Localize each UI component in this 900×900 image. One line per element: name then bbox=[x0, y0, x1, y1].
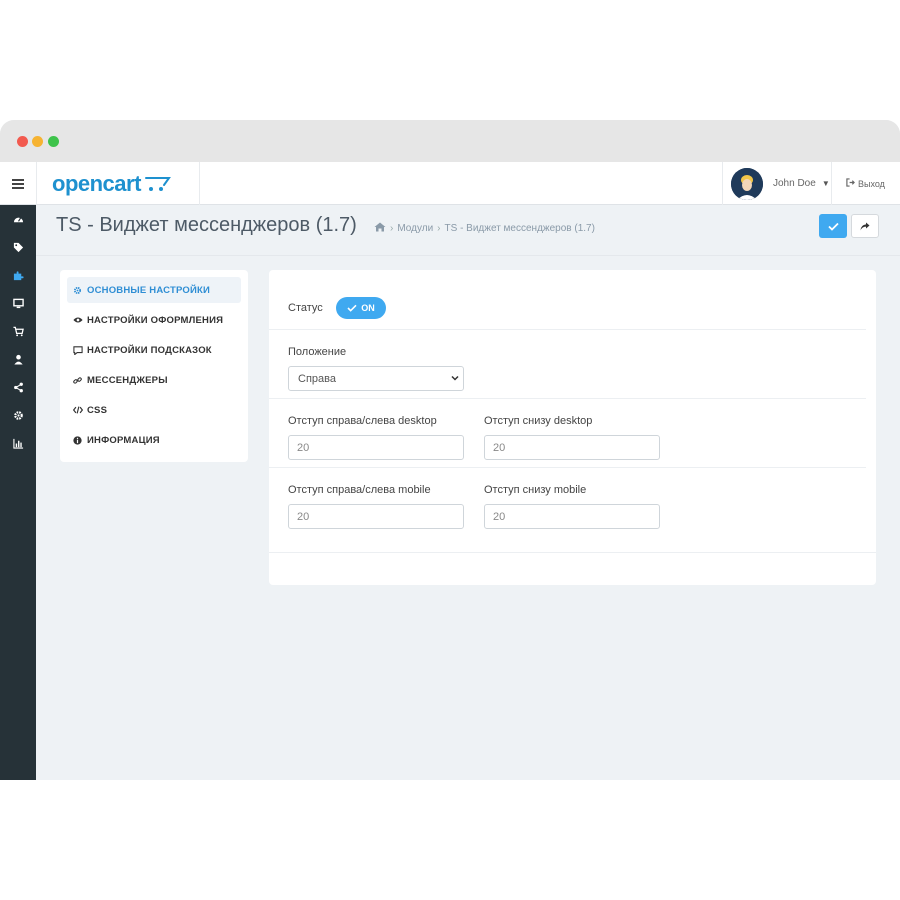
comment-icon bbox=[73, 345, 85, 355]
logout-label: Выход bbox=[858, 178, 885, 189]
position-select-value: Справа bbox=[298, 372, 336, 385]
menu-toggle-button[interactable] bbox=[0, 162, 36, 205]
tab-label: ОСНОВНЫЕ НАСТРОЙКИ bbox=[87, 284, 211, 296]
code-icon bbox=[73, 406, 85, 414]
user-name: John Doe bbox=[773, 178, 816, 189]
offset-bottom-desktop-input[interactable]: 20 bbox=[484, 435, 660, 460]
gear-icon bbox=[13, 410, 23, 420]
page-title: TS - Виджет мессенджеров (1.7) bbox=[56, 214, 357, 236]
sidebar-dashboard[interactable] bbox=[0, 205, 36, 233]
tab-messengers[interactable]: МЕССЕНДЖЕРЫ bbox=[67, 367, 241, 393]
sidebar-reports[interactable] bbox=[0, 429, 36, 457]
maximize-window-dot[interactable] bbox=[48, 136, 59, 147]
browser-window: opencart John Doe ▼ Выход TS - Виджет ме… bbox=[0, 120, 900, 780]
divider bbox=[269, 398, 866, 399]
sign-out-icon bbox=[846, 178, 855, 189]
dashboard-icon bbox=[13, 216, 23, 222]
sidebar-customers[interactable] bbox=[0, 345, 36, 373]
sidebar-catalog[interactable] bbox=[0, 233, 36, 261]
eye-icon bbox=[73, 316, 85, 324]
info-icon bbox=[73, 435, 85, 445]
save-button[interactable] bbox=[819, 214, 847, 238]
hamburger-icon bbox=[12, 178, 24, 189]
check-icon bbox=[347, 304, 357, 312]
divider bbox=[269, 467, 866, 468]
breadcrumb: › Модули › TS - Виджет мессенджеров (1.7… bbox=[374, 222, 595, 235]
logo[interactable]: opencart bbox=[36, 162, 200, 205]
tab-information[interactable]: ИНФОРМАЦИЯ bbox=[67, 427, 241, 453]
breadcrumb-modules-link[interactable]: Модули bbox=[397, 223, 433, 234]
status-label: Статус bbox=[288, 302, 323, 314]
toggle-label: ON bbox=[361, 303, 375, 313]
logout-link[interactable]: Выход bbox=[846, 162, 885, 205]
offset-bottom-desktop-label: Отступ снизу desktop bbox=[484, 415, 593, 427]
breadcrumb-current-link[interactable]: TS - Виджет мессенджеров (1.7) bbox=[445, 223, 595, 234]
sidebar-sales[interactable] bbox=[0, 317, 36, 345]
bar-chart-icon bbox=[12, 438, 23, 449]
tab-label: ИНФОРМАЦИЯ bbox=[87, 434, 160, 446]
monitor-icon bbox=[12, 298, 24, 308]
tab-hint-settings[interactable]: НАСТРОЙКИ ПОДСКАЗОК bbox=[67, 337, 241, 363]
offset-side-desktop-input[interactable]: 20 bbox=[288, 435, 464, 460]
share-icon bbox=[13, 382, 23, 392]
breadcrumb-separator: › bbox=[437, 223, 441, 234]
position-label: Положение bbox=[288, 346, 347, 358]
sidebar-system[interactable] bbox=[0, 401, 36, 429]
puzzle-icon bbox=[13, 270, 24, 280]
offset-side-desktop-label: Отступ справа/слева desktop bbox=[288, 415, 437, 427]
tab-css[interactable]: CSS bbox=[67, 397, 241, 423]
offset-bottom-mobile-input[interactable]: 20 bbox=[484, 504, 660, 529]
offset-side-mobile-input[interactable]: 20 bbox=[288, 504, 464, 529]
offset-side-mobile-label: Отступ справа/слева mobile bbox=[288, 484, 431, 496]
cart-icon bbox=[12, 326, 24, 336]
settings-form: Статус ON Положение Справа Отступ справа… bbox=[269, 270, 876, 585]
left-sidebar bbox=[0, 205, 36, 780]
link-icon bbox=[73, 376, 85, 385]
logo-text: opencart bbox=[52, 170, 141, 196]
tab-design-settings[interactable]: НАСТРОЙКИ ОФОРМЛЕНИЯ bbox=[67, 307, 241, 333]
cart-logo-icon bbox=[144, 176, 171, 191]
user-menu[interactable]: John Doe ▼ bbox=[722, 162, 832, 205]
tag-icon bbox=[13, 242, 23, 252]
sidebar-design[interactable] bbox=[0, 289, 36, 317]
tab-main-settings[interactable]: ОСНОВНЫЕ НАСТРОЙКИ bbox=[67, 277, 241, 303]
chevron-down-icon bbox=[451, 375, 459, 381]
sidebar-extensions[interactable] bbox=[0, 261, 36, 289]
breadcrumb-separator: › bbox=[390, 223, 394, 234]
avatar bbox=[731, 167, 763, 200]
user-icon bbox=[13, 354, 23, 365]
caret-down-icon: ▼ bbox=[821, 179, 830, 188]
settings-nav: ОСНОВНЫЕ НАСТРОЙКИ НАСТРОЙКИ ОФОРМЛЕНИЯ … bbox=[60, 270, 248, 462]
check-icon bbox=[827, 222, 839, 231]
divider bbox=[269, 329, 866, 330]
reply-arrow-icon bbox=[860, 222, 870, 230]
gear-icon bbox=[73, 286, 85, 295]
top-header: opencart John Doe ▼ Выход bbox=[0, 162, 900, 205]
status-toggle[interactable]: ON bbox=[336, 297, 386, 319]
position-select[interactable]: Справа bbox=[288, 366, 464, 391]
window-titlebar bbox=[0, 120, 900, 162]
tab-label: НАСТРОЙКИ ОФОРМЛЕНИЯ bbox=[87, 314, 224, 326]
back-button[interactable] bbox=[851, 214, 879, 238]
tab-label: НАСТРОЙКИ ПОДСКАЗОК bbox=[87, 344, 212, 356]
page-header: TS - Виджет мессенджеров (1.7) › Модули … bbox=[36, 206, 900, 256]
home-icon[interactable] bbox=[374, 222, 386, 235]
tab-label: CSS bbox=[87, 404, 108, 416]
divider bbox=[269, 552, 876, 553]
offset-bottom-mobile-label: Отступ снизу mobile bbox=[484, 484, 587, 496]
tab-label: МЕССЕНДЖЕРЫ bbox=[87, 374, 168, 386]
close-window-dot[interactable] bbox=[17, 136, 28, 147]
sidebar-marketing[interactable] bbox=[0, 373, 36, 401]
minimize-window-dot[interactable] bbox=[32, 136, 43, 147]
